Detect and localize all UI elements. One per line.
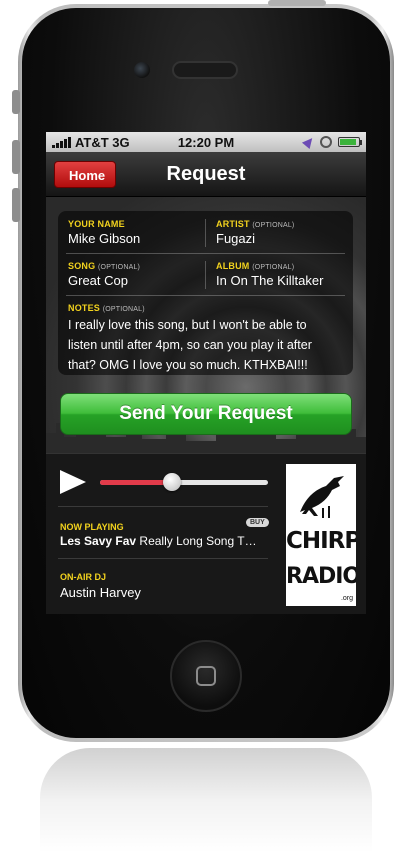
row-divider: [66, 253, 345, 254]
album-value: In On The Killtaker: [216, 273, 324, 288]
notes-label: NOTES (OPTIONAL): [68, 303, 145, 313]
navigation-bar: Request Home: [46, 152, 366, 197]
front-camera: [134, 62, 150, 78]
chirp-radio-logo: CHIRP RADIO .org: [286, 464, 356, 606]
earpiece-speaker: [172, 61, 238, 79]
sleep-button: [268, 0, 326, 6]
battery-icon: [338, 137, 362, 147]
status-time: 12:20 PM: [177, 134, 235, 150]
album-label: ALBUM (OPTIONAL): [216, 261, 295, 271]
volume-down-button: [12, 188, 20, 222]
now-playing-title: Really Long Song T…: [139, 534, 257, 548]
request-form: YOUR NAME Mike Gibson ARTIST (OPTIONAL) …: [58, 211, 353, 375]
volume-up-button: [12, 140, 20, 174]
home-button[interactable]: [170, 640, 242, 712]
now-playing-artist: Les Savy Fav: [60, 534, 137, 548]
buy-button[interactable]: BUY: [246, 518, 269, 527]
home-back-button[interactable]: Home: [54, 161, 117, 188]
name-field[interactable]: YOUR NAME Mike Gibson: [68, 219, 198, 246]
row-divider: [66, 295, 345, 296]
album-field[interactable]: ALBUM (OPTIONAL) In On The Killtaker: [216, 261, 351, 288]
home-button-icon: [196, 666, 216, 686]
crow-icon: [300, 476, 344, 518]
notes-value: I really love this song, but I won't be …: [68, 318, 312, 372]
request-form-area: YOUR NAME Mike Gibson ARTIST (OPTIONAL) …: [46, 197, 366, 453]
song-label: SONG (OPTIONAL): [68, 261, 141, 271]
status-bar: AT&T 3G 12:20 PM: [46, 132, 366, 152]
field-divider: [205, 219, 206, 247]
artist-field[interactable]: ARTIST (OPTIONAL) Fugazi: [216, 219, 346, 246]
now-playing-label: NOW PLAYING: [60, 522, 124, 532]
on-air-dj-label: ON-AIR DJ: [60, 572, 107, 582]
app-screen: AT&T 3G 12:20 PM Request Home YOUR NAME …: [46, 132, 366, 614]
phone-reflection: [40, 748, 372, 853]
player-divider: [58, 558, 268, 559]
logo-suffix: .org: [340, 595, 353, 602]
player-divider: [58, 506, 268, 507]
player-panel: NOW PLAYING BUY Les Savy Fav Really Long…: [46, 453, 366, 614]
field-divider: [205, 261, 206, 289]
now-playing-track: Les Savy Fav Really Long Song T…: [60, 534, 275, 548]
send-request-button[interactable]: Send Your Request: [60, 393, 352, 435]
notes-field[interactable]: NOTES (OPTIONAL) I really love this song…: [68, 303, 348, 375]
progress-thumb[interactable]: [163, 473, 182, 491]
progress-slider[interactable]: [100, 473, 268, 491]
name-value: Mike Gibson: [68, 231, 141, 246]
progress-fill: [100, 480, 173, 485]
song-field[interactable]: SONG (OPTIONAL) Great Cop: [68, 261, 198, 288]
play-icon[interactable]: [60, 470, 86, 494]
song-value: Great Cop: [68, 273, 128, 288]
artist-value: Fugazi: [216, 231, 256, 246]
logo-line1: CHIRP: [286, 528, 356, 554]
artist-label: ARTIST (OPTIONAL): [216, 219, 295, 229]
logo-line2: RADIO: [286, 564, 356, 589]
on-air-dj-name: Austin Harvey: [60, 585, 141, 600]
name-label: YOUR NAME: [68, 219, 125, 229]
mute-switch: [12, 90, 20, 114]
